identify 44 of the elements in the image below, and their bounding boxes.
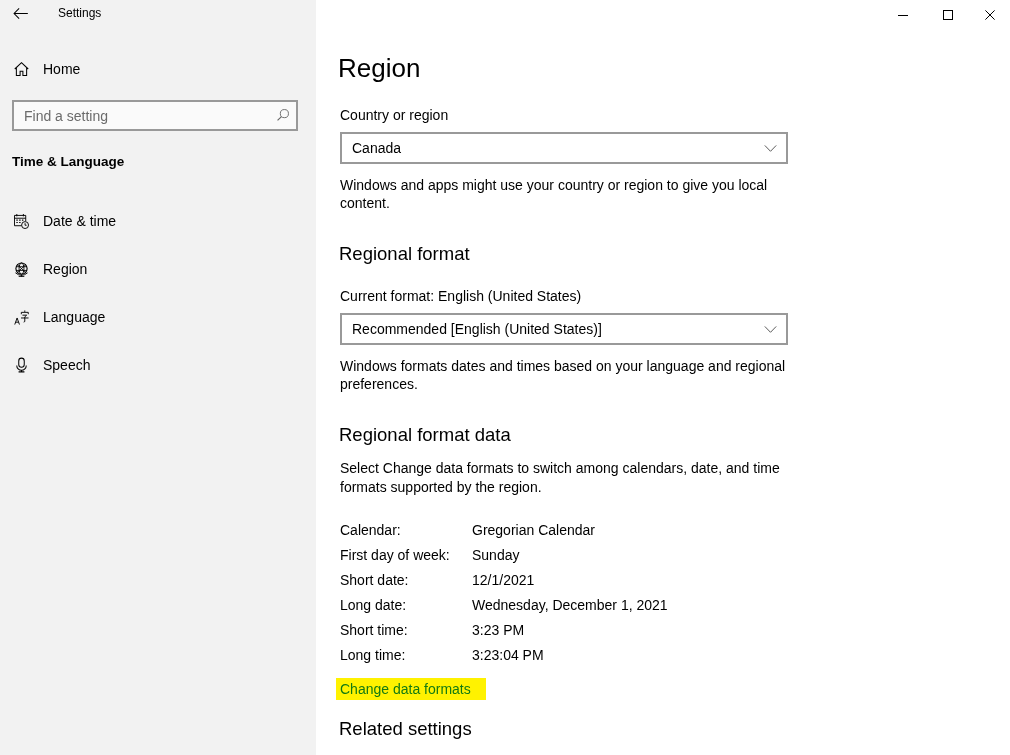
field-label: Country or region [340, 106, 449, 125]
format-value: 3:23 PM [472, 621, 525, 638]
country-dropdown[interactable]: Canada [340, 132, 788, 164]
format-value: Sunday [472, 546, 520, 563]
search-icon [277, 109, 289, 121]
close-icon [985, 10, 995, 20]
section-heading: Regional format [339, 242, 470, 266]
search-field[interactable]: Find a setting [12, 100, 298, 131]
globe-icon [13, 261, 29, 277]
format-value: 12/1/2021 [472, 571, 535, 588]
format-value: Wednesday, December 1, 2021 [472, 596, 668, 613]
maximize-icon [942, 10, 953, 20]
back-arrow-icon [13, 7, 28, 19]
section-heading: Related settings [339, 717, 472, 741]
format-dropdown[interactable]: Recommended [English (United States)] [340, 313, 788, 345]
format-label: Calendar: [340, 521, 402, 538]
page-title: Region [338, 52, 421, 85]
description-text: Select Change data formats to switch among calendars, date, and time formats supported by the region. [340, 459, 781, 497]
section-heading: Regional format data [339, 423, 511, 447]
field-label: Current format: English (United States) [340, 287, 582, 306]
sidebar-item[interactable]: Language [0, 293, 316, 341]
format-value: Gregorian Calendar [472, 521, 595, 538]
format-label: Short time: [340, 621, 409, 638]
description-text: Windows formats dates and times based on your language and regional preferences. [340, 357, 787, 393]
category-title: Time & Language [12, 153, 126, 171]
sidebar-item[interactable]: Speech [0, 341, 316, 389]
format-value: 3:23:04 PM [472, 646, 544, 663]
sidebar-item[interactable]: Home [0, 49, 316, 89]
description-text: Windows and apps might use your country or region to give you local content. [340, 176, 769, 212]
home-icon [13, 62, 29, 76]
sidebar-item[interactable]: Region [0, 245, 316, 293]
chevron-down-icon [764, 144, 777, 152]
format-label: Long time: [340, 646, 407, 663]
window-title: Settings [58, 6, 102, 20]
minimize-icon [897, 14, 908, 16]
microphone-icon [15, 357, 27, 373]
format-label: Long date: [340, 596, 408, 613]
calendar-clock-icon [13, 213, 29, 229]
sidebar-item[interactable]: Date & time [0, 197, 316, 245]
change-formats-link[interactable]: Change data formats [336, 678, 486, 700]
language-icon [13, 309, 29, 325]
format-label: Short date: [340, 571, 410, 588]
format-label: First day of week: [340, 546, 451, 563]
chevron-down-icon [764, 325, 777, 333]
